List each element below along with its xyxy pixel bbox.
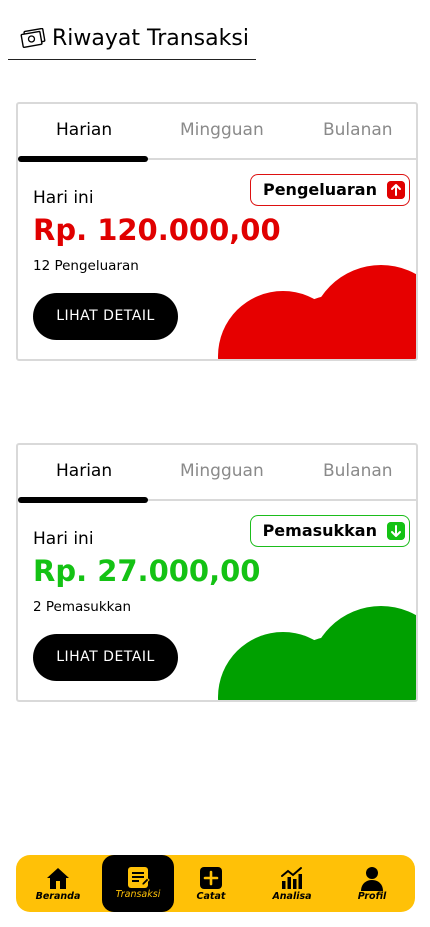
income-card: Harian Mingguan Bulanan Pemasukkan Hari … — [16, 443, 418, 702]
nav-catat[interactable]: Catat — [175, 855, 247, 912]
tab-mingguan[interactable]: Mingguan — [180, 118, 264, 142]
tab-bulanan[interactable]: Bulanan — [323, 459, 393, 483]
money-icon — [20, 28, 46, 48]
income-badge[interactable]: Pemasukkan — [249, 515, 410, 547]
note-icon — [128, 867, 150, 888]
nav-label: Analisa — [272, 891, 312, 902]
view-detail-button[interactable]: LIHAT DETAIL — [33, 634, 178, 681]
tab-mingguan[interactable]: Mingguan — [180, 459, 264, 483]
user-icon — [361, 867, 383, 891]
page-title: Riwayat Transaksi — [52, 26, 249, 51]
nav-label: Beranda — [35, 891, 81, 902]
period-label: Hari ini — [33, 188, 94, 208]
expense-amount: Rp. 120.000,00 — [33, 213, 281, 247]
active-tab-indicator — [18, 156, 148, 162]
nav-transaksi[interactable]: Transaksi — [102, 855, 174, 912]
bottom-nav: Beranda Transaksi Catat Analisa Profil — [16, 855, 415, 912]
cloud-decoration — [218, 265, 416, 359]
cloud-decoration — [218, 606, 416, 700]
page-header: Riwayat Transaksi — [8, 24, 256, 60]
nav-beranda[interactable]: Beranda — [22, 855, 94, 912]
expense-badge[interactable]: Pengeluaran — [249, 174, 410, 206]
view-detail-button[interactable]: LIHAT DETAIL — [33, 293, 178, 340]
home-icon — [47, 868, 69, 889]
chart-icon — [281, 867, 302, 889]
tab-harian[interactable]: Harian — [56, 118, 112, 142]
badge-label: Pengeluaran — [262, 180, 377, 199]
arrow-down-icon — [387, 522, 405, 540]
active-tab-indicator — [18, 497, 148, 503]
nav-label: Profil — [357, 891, 387, 902]
expense-card: Harian Mingguan Bulanan Pengeluaran Hari… — [16, 102, 418, 361]
badge-label: Pemasukkan — [262, 521, 377, 540]
period-tabs: Harian Mingguan Bulanan — [18, 104, 416, 162]
income-count: 2 Pemasukkan — [33, 599, 132, 615]
nav-analisa[interactable]: Analisa — [256, 855, 328, 912]
tab-harian[interactable]: Harian — [56, 459, 112, 483]
nav-label: Catat — [196, 891, 226, 902]
expense-count: 12 Pengeluaran — [33, 258, 139, 274]
nav-label: Transaksi — [115, 889, 161, 900]
period-tabs: Harian Mingguan Bulanan — [18, 445, 416, 503]
plus-icon — [200, 867, 222, 889]
income-amount: Rp. 27.000,00 — [33, 554, 261, 588]
arrow-up-icon — [387, 181, 405, 199]
period-label: Hari ini — [33, 529, 94, 549]
nav-profil[interactable]: Profil — [336, 855, 408, 912]
tab-bulanan[interactable]: Bulanan — [323, 118, 393, 142]
